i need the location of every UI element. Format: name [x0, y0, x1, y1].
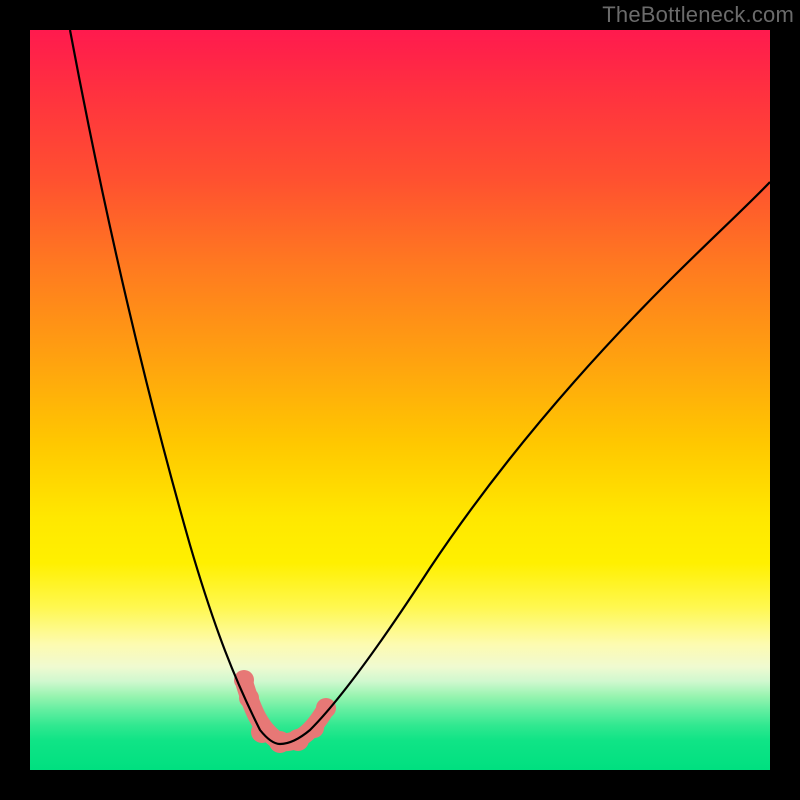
curves-svg: [30, 30, 770, 770]
watermark-text: TheBottleneck.com: [602, 2, 794, 28]
left-curve: [70, 30, 280, 744]
highlight-dot: [316, 698, 336, 718]
plot-area: [30, 30, 770, 770]
chart-frame: TheBottleneck.com: [0, 0, 800, 800]
right-curve: [280, 182, 770, 744]
highlight-dot: [304, 718, 324, 738]
